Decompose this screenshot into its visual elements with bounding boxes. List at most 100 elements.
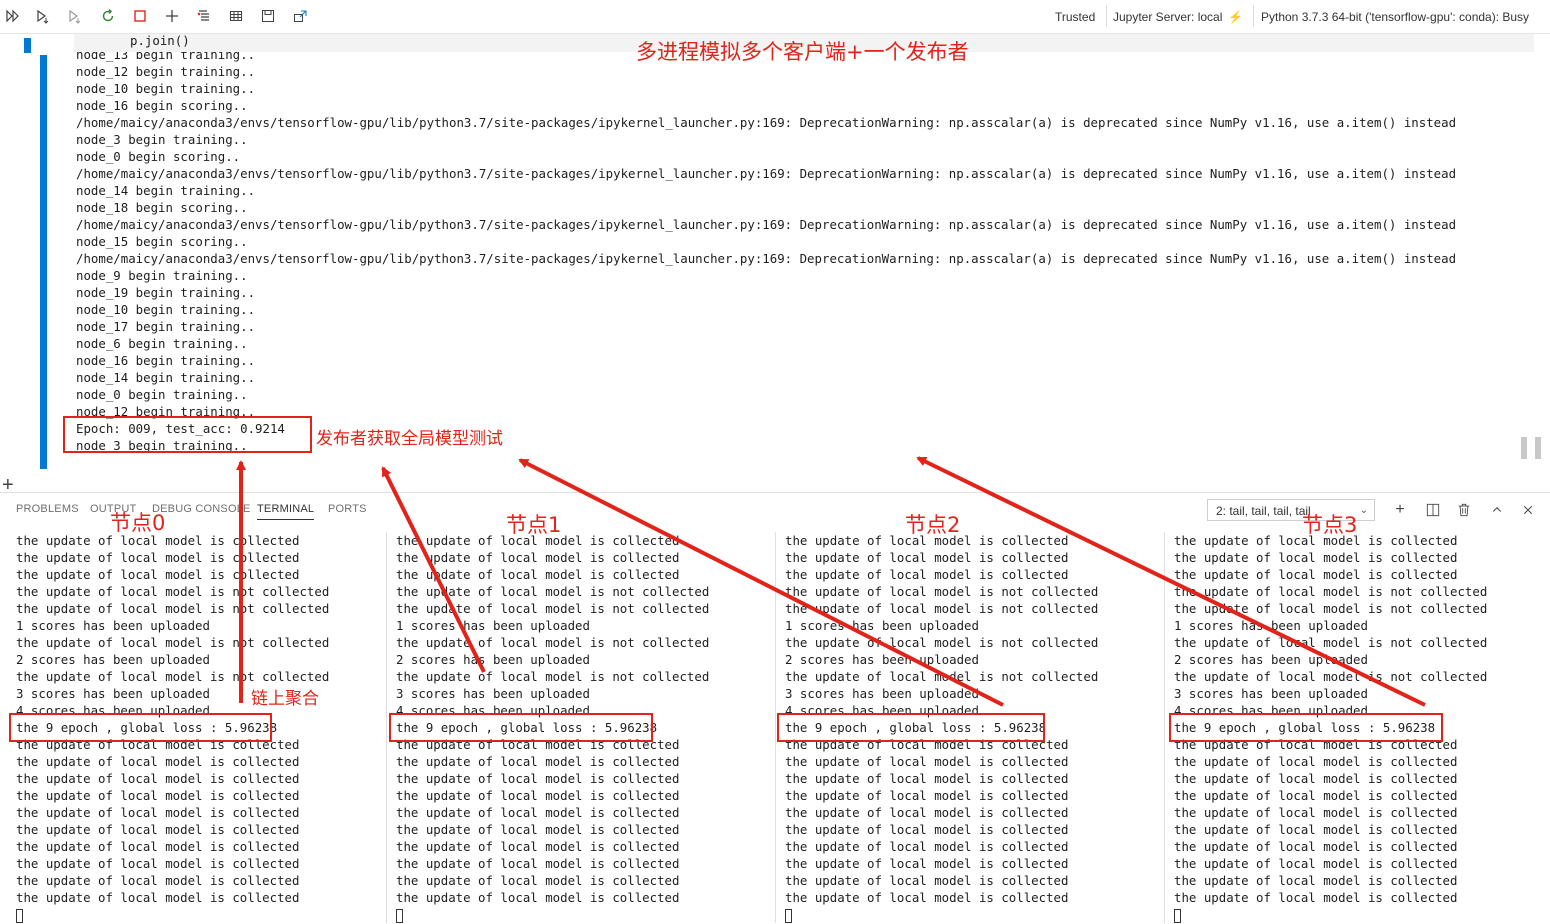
annotation-node0: 节点0 bbox=[110, 511, 166, 535]
terminal-line: the update of local model is collected bbox=[16, 754, 300, 769]
maximize-panel-icon[interactable] bbox=[1487, 500, 1507, 520]
variables-icon[interactable] bbox=[225, 5, 247, 27]
terminal-line: 1 scores has been uploaded bbox=[396, 618, 590, 633]
terminal-line: the update of local model is collected bbox=[396, 550, 680, 565]
restart-kernel-icon[interactable] bbox=[97, 5, 119, 27]
panel-resize-handle[interactable] bbox=[1521, 437, 1543, 459]
tab-ports[interactable]: PORTS bbox=[328, 503, 367, 515]
highlight-box-loss-3 bbox=[1169, 713, 1443, 742]
terminal-line: the update of local model is collected bbox=[1174, 788, 1458, 803]
highlight-box-loss-2 bbox=[777, 713, 1045, 742]
annotation-node2: 节点2 bbox=[905, 513, 961, 537]
output-line: /home/maicy/anaconda3/envs/tensorflow-gp… bbox=[76, 115, 1457, 130]
terminal-line: the update of local model is collected bbox=[16, 567, 300, 582]
terminal-line: the update of local model is collected bbox=[785, 890, 1069, 905]
run-all-icon[interactable] bbox=[2, 5, 24, 27]
terminal-line: 3 scores has been uploaded bbox=[16, 686, 210, 701]
terminal-divider[interactable] bbox=[775, 532, 776, 923]
highlight-box-loss-1 bbox=[389, 713, 653, 742]
terminal-line: the update of local model is not collect… bbox=[396, 601, 710, 616]
connected-icon: ⚡ bbox=[1228, 9, 1244, 24]
terminal-line: the update of local model is collected bbox=[16, 890, 300, 905]
output-collapse-bar[interactable] bbox=[40, 55, 47, 469]
clear-output-icon[interactable] bbox=[193, 5, 215, 27]
output-line: node_19 begin training.. bbox=[76, 285, 256, 300]
terminal-line: the update of local model is not collect… bbox=[396, 669, 710, 684]
new-terminal-icon[interactable]: + bbox=[1390, 500, 1410, 520]
terminal-line: 3 scores has been uploaded bbox=[785, 686, 979, 701]
split-terminal-icon[interactable] bbox=[1423, 500, 1443, 520]
annotation-title: 多进程模拟多个客户端+一个发布者 bbox=[636, 40, 969, 64]
terminal-line: the update of local model is collected bbox=[1174, 754, 1458, 769]
terminal-line: the update of local model is collected bbox=[785, 567, 1069, 582]
output-line: node_16 begin training.. bbox=[76, 353, 256, 368]
tab-problems[interactable]: PROBLEMS bbox=[16, 503, 79, 515]
terminal-line: the update of local model is collected bbox=[396, 839, 680, 854]
tab-debug-console[interactable]: DEBUG CONSOLE bbox=[152, 503, 251, 515]
terminal-line: the update of local model is not collect… bbox=[1174, 601, 1488, 616]
output-line: node_15 begin scoring.. bbox=[76, 234, 248, 249]
terminal-line: the update of local model is collected bbox=[396, 805, 680, 820]
terminal-line: 3 scores has been uploaded bbox=[396, 686, 590, 701]
terminal-select-value: 2: tail, tail, tail, tail bbox=[1216, 504, 1311, 518]
export-icon[interactable] bbox=[289, 5, 311, 27]
terminal-line: the update of local model is collected bbox=[16, 550, 300, 565]
tab-terminal[interactable]: TERMINAL bbox=[257, 503, 315, 520]
terminal-line: the update of local model is not collect… bbox=[785, 635, 1099, 650]
output-line: node_16 begin scoring.. bbox=[76, 98, 248, 113]
terminal-line: the update of local model is collected bbox=[785, 856, 1069, 871]
output-line: node_9 begin training.. bbox=[76, 268, 248, 283]
terminal-divider[interactable] bbox=[386, 532, 387, 923]
output-line: node_17 begin training.. bbox=[76, 319, 256, 334]
terminal-line: the update of local model is collected bbox=[785, 771, 1069, 786]
terminal-line: the update of local model is collected bbox=[16, 839, 300, 854]
terminal-line: the update of local model is collected bbox=[396, 771, 680, 786]
terminal-line: the update of local model is collected bbox=[16, 771, 300, 786]
output-line: node_14 begin training.. bbox=[76, 370, 256, 385]
annotation-onchain: 链上聚合 bbox=[251, 689, 319, 709]
run-above-icon[interactable] bbox=[32, 5, 54, 27]
terminal-cursor bbox=[1174, 906, 1544, 923]
terminal-line: the update of local model is collected bbox=[396, 822, 680, 837]
terminal-cursor bbox=[785, 906, 1161, 923]
kill-terminal-icon[interactable] bbox=[1454, 500, 1474, 520]
kernel-status[interactable]: Python 3.7.3 64-bit ('tensorflow-gpu': c… bbox=[1261, 0, 1529, 33]
close-panel-icon[interactable] bbox=[1518, 500, 1538, 520]
terminal-line: the update of local model is collected bbox=[1174, 839, 1458, 854]
annotation-node1: 节点1 bbox=[506, 513, 562, 537]
terminal-line: 2 scores has been uploaded bbox=[785, 652, 979, 667]
run-below-icon[interactable] bbox=[64, 5, 86, 27]
terminal-line: the update of local model is collected bbox=[1174, 822, 1458, 837]
terminal-line: the update of local model is collected bbox=[785, 550, 1069, 565]
output-line: node_6 begin training.. bbox=[76, 336, 248, 351]
notebook-toolbar: Trusted Jupyter Server: local ⚡ Python 3… bbox=[0, 0, 1550, 34]
terminal-divider[interactable] bbox=[1164, 532, 1165, 923]
terminal-line: the update of local model is collected bbox=[396, 788, 680, 803]
code-line: p.join() bbox=[130, 33, 190, 48]
terminal-line: the update of local model is collected bbox=[396, 567, 680, 582]
output-line: node_10 begin training.. bbox=[76, 302, 256, 317]
interrupt-icon[interactable] bbox=[129, 5, 151, 27]
terminal-line: the update of local model is collected bbox=[16, 788, 300, 803]
terminal-line: the update of local model is collected bbox=[396, 754, 680, 769]
add-cell-icon[interactable] bbox=[161, 5, 183, 27]
terminal-line: the update of local model is not collect… bbox=[1174, 635, 1488, 650]
save-icon[interactable] bbox=[257, 5, 279, 27]
highlight-box-loss-0 bbox=[9, 713, 272, 742]
terminal-line: the update of local model is collected bbox=[1174, 533, 1458, 548]
cell-focus-bar bbox=[24, 38, 31, 53]
terminal-line: the update of local model is collected bbox=[785, 788, 1069, 803]
output-line: node_0 begin training.. bbox=[76, 387, 248, 402]
jupyter-server-status[interactable]: Jupyter Server: local ⚡ bbox=[1113, 0, 1243, 33]
terminal-line: the update of local model is collected bbox=[16, 856, 300, 871]
terminal-line: the update of local model is collected bbox=[785, 805, 1069, 820]
trusted-status[interactable]: Trusted bbox=[1055, 0, 1095, 33]
terminal-line: 2 scores has been uploaded bbox=[1174, 652, 1368, 667]
highlight-box-test-acc bbox=[63, 416, 312, 453]
terminal-line: the update of local model is not collect… bbox=[16, 601, 330, 616]
terminal-line: the update of local model is not collect… bbox=[396, 584, 710, 599]
terminal-line: the update of local model is collected bbox=[396, 890, 680, 905]
terminal-line: 3 scores has been uploaded bbox=[1174, 686, 1368, 701]
terminal-line: the update of local model is collected bbox=[785, 822, 1069, 837]
output-line: /home/maicy/anaconda3/envs/tensorflow-gp… bbox=[76, 251, 1457, 266]
